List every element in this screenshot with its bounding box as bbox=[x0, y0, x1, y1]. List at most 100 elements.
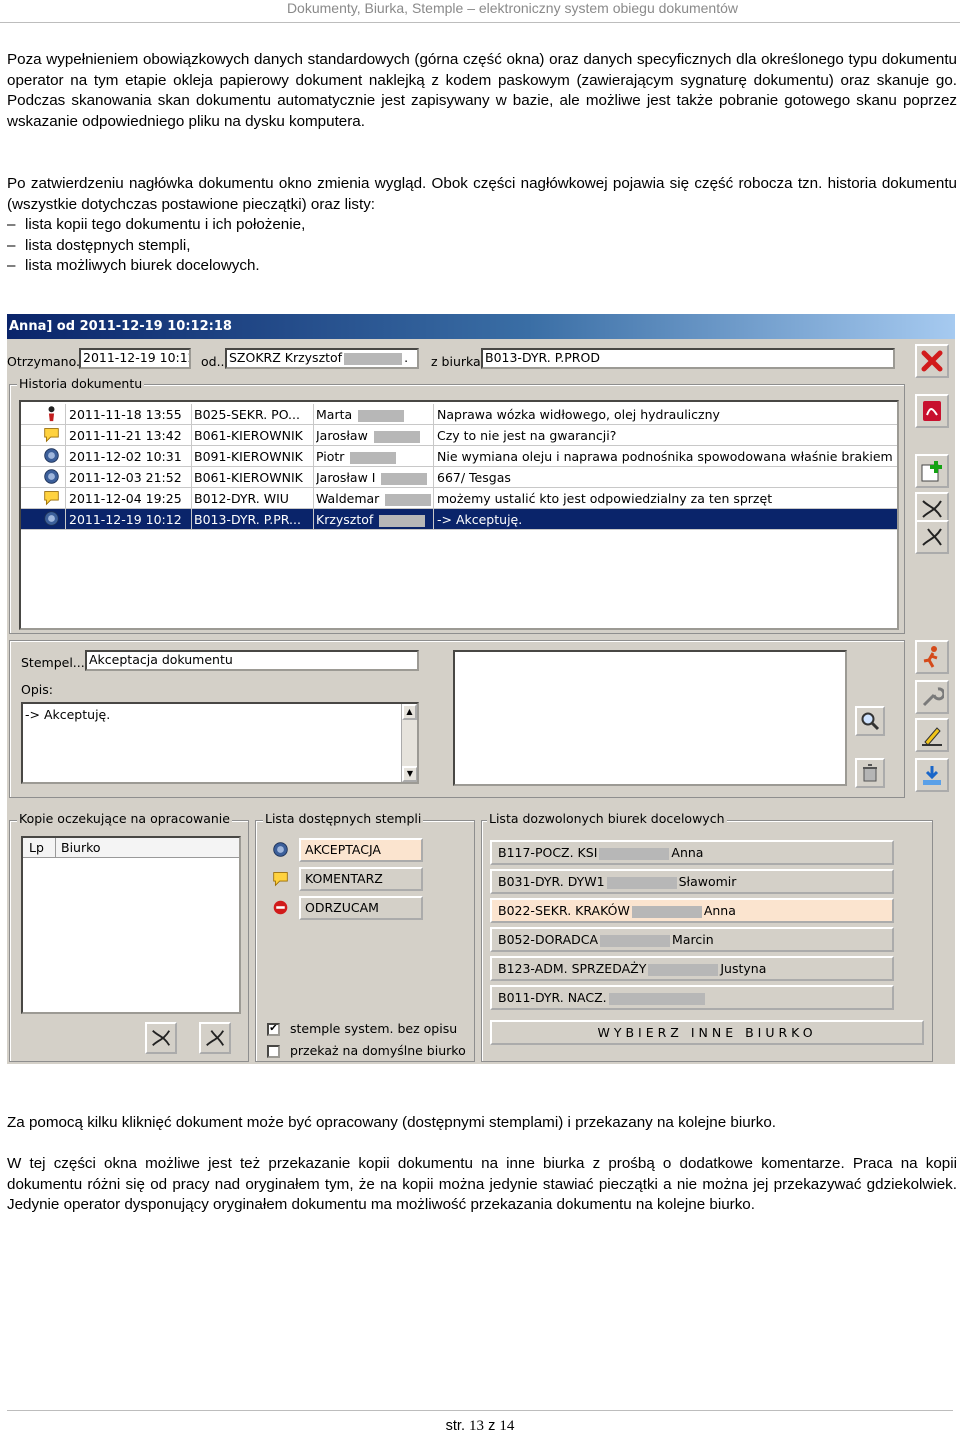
history-note: Czy to nie jest na gwarancji? bbox=[437, 428, 617, 443]
from-field[interactable]: SZOKRZ Krzysztof. bbox=[225, 348, 419, 369]
history-date: 2011-12-04 19:25 bbox=[69, 491, 182, 506]
history-title: Historia dokumentu bbox=[17, 376, 145, 391]
pen-icon bbox=[922, 727, 942, 746]
pdf-button[interactable] bbox=[915, 394, 949, 428]
window-titlebar: Anna] od 2011-12-19 10:12:18 bbox=[7, 314, 955, 339]
copies-col-desk: Biurko bbox=[61, 840, 101, 855]
choose-other-desk-button[interactable]: WYBIERZ INNE BIURKO bbox=[490, 1020, 924, 1045]
add-copy-button[interactable] bbox=[915, 454, 949, 488]
history-desk: B012-DYR. WIU bbox=[194, 491, 289, 506]
zoom-button[interactable] bbox=[855, 706, 885, 736]
history-note: 667/ Tesgas bbox=[437, 470, 511, 485]
intro-text-1: Poza wypełnieniem obowiązkowych danych s… bbox=[7, 51, 957, 130]
checkbox-checked-icon[interactable]: ✔ bbox=[267, 1023, 280, 1036]
redacted-block bbox=[608, 992, 705, 1005]
desk-label: z biurka.. bbox=[431, 354, 489, 369]
office-person: Anna bbox=[703, 903, 736, 918]
stamp-icon bbox=[43, 447, 62, 466]
desk-field[interactable]: B013-DYR. P.PROD bbox=[481, 348, 895, 369]
history-row[interactable]: 2011-12-03 21:52 B061-KIEROWNIK Jarosław I… bbox=[21, 467, 897, 488]
history-desk: B025-SEKR. PO... bbox=[194, 407, 300, 422]
scrollbar[interactable]: ▲ ▼ bbox=[401, 704, 417, 782]
scroll-down-icon[interactable]: ▼ bbox=[402, 766, 417, 782]
stamps-title: Lista dostępnych stempli bbox=[263, 811, 424, 826]
copies-col-lp: Lp bbox=[29, 840, 44, 855]
office-code: B022-SEKR. KRAKÓW bbox=[498, 903, 630, 918]
return-button[interactable] bbox=[915, 520, 949, 554]
history-user: Waldemar bbox=[316, 490, 434, 507]
history-row[interactable]: 2011-12-02 10:31 B091-KIEROWNIK Piotr Nie … bbox=[21, 446, 897, 467]
stamp-icon bbox=[272, 841, 289, 861]
office-button[interactable]: B011-DYR. NACZ. bbox=[490, 985, 894, 1010]
description-textarea[interactable]: -> Akceptuję. ▲ ▼ bbox=[21, 702, 419, 784]
redacted-block bbox=[379, 514, 426, 527]
history-row[interactable]: 2011-11-18 13:55 B025-SEKR. PO... Marta Na… bbox=[21, 404, 897, 425]
checkbox-empty-icon[interactable] bbox=[267, 1045, 280, 1058]
received-label: Otrzymano.. bbox=[7, 354, 84, 369]
office-button[interactable]: B031-DYR. DYW1 Sławomir bbox=[490, 869, 894, 894]
stamp-label: Stempel.... bbox=[21, 655, 89, 670]
history-user: Marta bbox=[316, 406, 434, 423]
stamp-button[interactable]: ODRZUCAM bbox=[299, 896, 423, 920]
close-icon bbox=[921, 350, 943, 372]
history-date: 2011-12-02 10:31 bbox=[69, 449, 182, 464]
page-footer: str. 13 z 14 bbox=[0, 1418, 960, 1434]
history-date: 2011-12-19 10:12 bbox=[69, 512, 182, 527]
copies-list: Lp Biurko bbox=[21, 836, 241, 1014]
sign-button[interactable] bbox=[915, 718, 949, 752]
office-person: Anna bbox=[671, 845, 704, 860]
tools-button[interactable] bbox=[915, 680, 949, 714]
runner-icon bbox=[923, 646, 938, 668]
office-person: Marcin bbox=[672, 932, 714, 947]
office-code: B031-DYR. DYW1 bbox=[498, 874, 605, 889]
history-date: 2011-11-21 13:42 bbox=[69, 428, 182, 443]
office-button[interactable]: B117-POCZ. KSI Anna bbox=[490, 840, 894, 865]
default-desk-checkbox[interactable]: przekaż na domyślne biurko bbox=[267, 1043, 466, 1058]
comment-icon bbox=[43, 426, 62, 445]
stamp-button[interactable]: AKCEPTACJA bbox=[299, 838, 423, 862]
history-desk: B013-DYR. P.PR... bbox=[194, 512, 301, 527]
office-code: B117-POCZ. KSI bbox=[498, 845, 598, 860]
history-row[interactable]: 2011-12-04 19:25 B012-DYR. WIU Waldemar mo… bbox=[21, 488, 897, 509]
download-icon bbox=[923, 766, 941, 785]
scroll-up-icon[interactable]: ▲ bbox=[402, 704, 417, 720]
footer-divider bbox=[7, 1410, 953, 1411]
office-button[interactable]: B123-ADM. SPRZEDAŻY Justyna bbox=[490, 956, 894, 981]
from-value: SZOKRZ Krzysztof bbox=[229, 350, 343, 365]
history-row[interactable]: 2011-11-21 13:42 B061-KIEROWNIK Jarosław C… bbox=[21, 425, 897, 446]
copy-send-button[interactable] bbox=[145, 1022, 177, 1054]
run-button[interactable] bbox=[915, 640, 949, 674]
received-field[interactable]: 2011-12-19 10:12 bbox=[79, 348, 191, 369]
history-date: 2011-11-18 13:55 bbox=[69, 407, 182, 422]
outro-paragraph-1: Za pomocą kilku kliknięć dokument może b… bbox=[7, 1113, 957, 1134]
history-note: Naprawa wózka widłowego, olej hydraulicz… bbox=[437, 407, 720, 422]
system-stamps-checkbox[interactable]: ✔ stemple system. bez opisu bbox=[267, 1021, 457, 1036]
intro-text-2: Po zatwierdzeniu nagłówka dokumentu okno… bbox=[7, 175, 957, 213]
history-row[interactable]: 2011-12-19 10:12 B013-DYR. P.PR... Krzyszt… bbox=[21, 509, 897, 530]
copies-title: Kopie oczekujące na opracowanie bbox=[17, 811, 232, 826]
history-user: Piotr bbox=[316, 448, 434, 465]
redacted-block bbox=[599, 847, 670, 860]
close-button[interactable] bbox=[915, 344, 949, 378]
history-note: -> Akceptuję. bbox=[437, 512, 523, 527]
history-desk: B091-KIEROWNIK bbox=[194, 449, 303, 464]
footer-sep: z bbox=[488, 1418, 496, 1434]
history-user: Jarosław I bbox=[316, 469, 434, 486]
add-icon bbox=[921, 461, 942, 482]
office-button[interactable]: B052-DORADCA Marcin bbox=[490, 927, 894, 952]
pdf-icon bbox=[923, 401, 941, 421]
magnifier-icon bbox=[861, 712, 880, 731]
redacted-block bbox=[631, 905, 702, 918]
office-person: Sławomir bbox=[678, 874, 737, 889]
outro-paragraph-2: W tej części okna możliwe jest też przek… bbox=[7, 1154, 957, 1216]
stamp-button[interactable]: KOMENTARZ bbox=[299, 867, 423, 891]
download-button[interactable] bbox=[915, 758, 949, 792]
delete-scan-button[interactable] bbox=[855, 758, 885, 788]
stamp-field[interactable]: Akceptacja dokumentu bbox=[85, 650, 419, 671]
office-button[interactable]: B022-SEKR. KRAKÓW Anna bbox=[490, 898, 894, 923]
outro-text-1: Za pomocą kilku kliknięć dokument może b… bbox=[7, 1114, 777, 1131]
page-header: Dokumenty, Biurka, Stemple – elektronicz… bbox=[286, 0, 738, 16]
copy-return-button[interactable] bbox=[199, 1022, 231, 1054]
header-divider bbox=[0, 22, 960, 23]
bullet-item: lista możliwych biurek docelowych. bbox=[7, 256, 957, 277]
